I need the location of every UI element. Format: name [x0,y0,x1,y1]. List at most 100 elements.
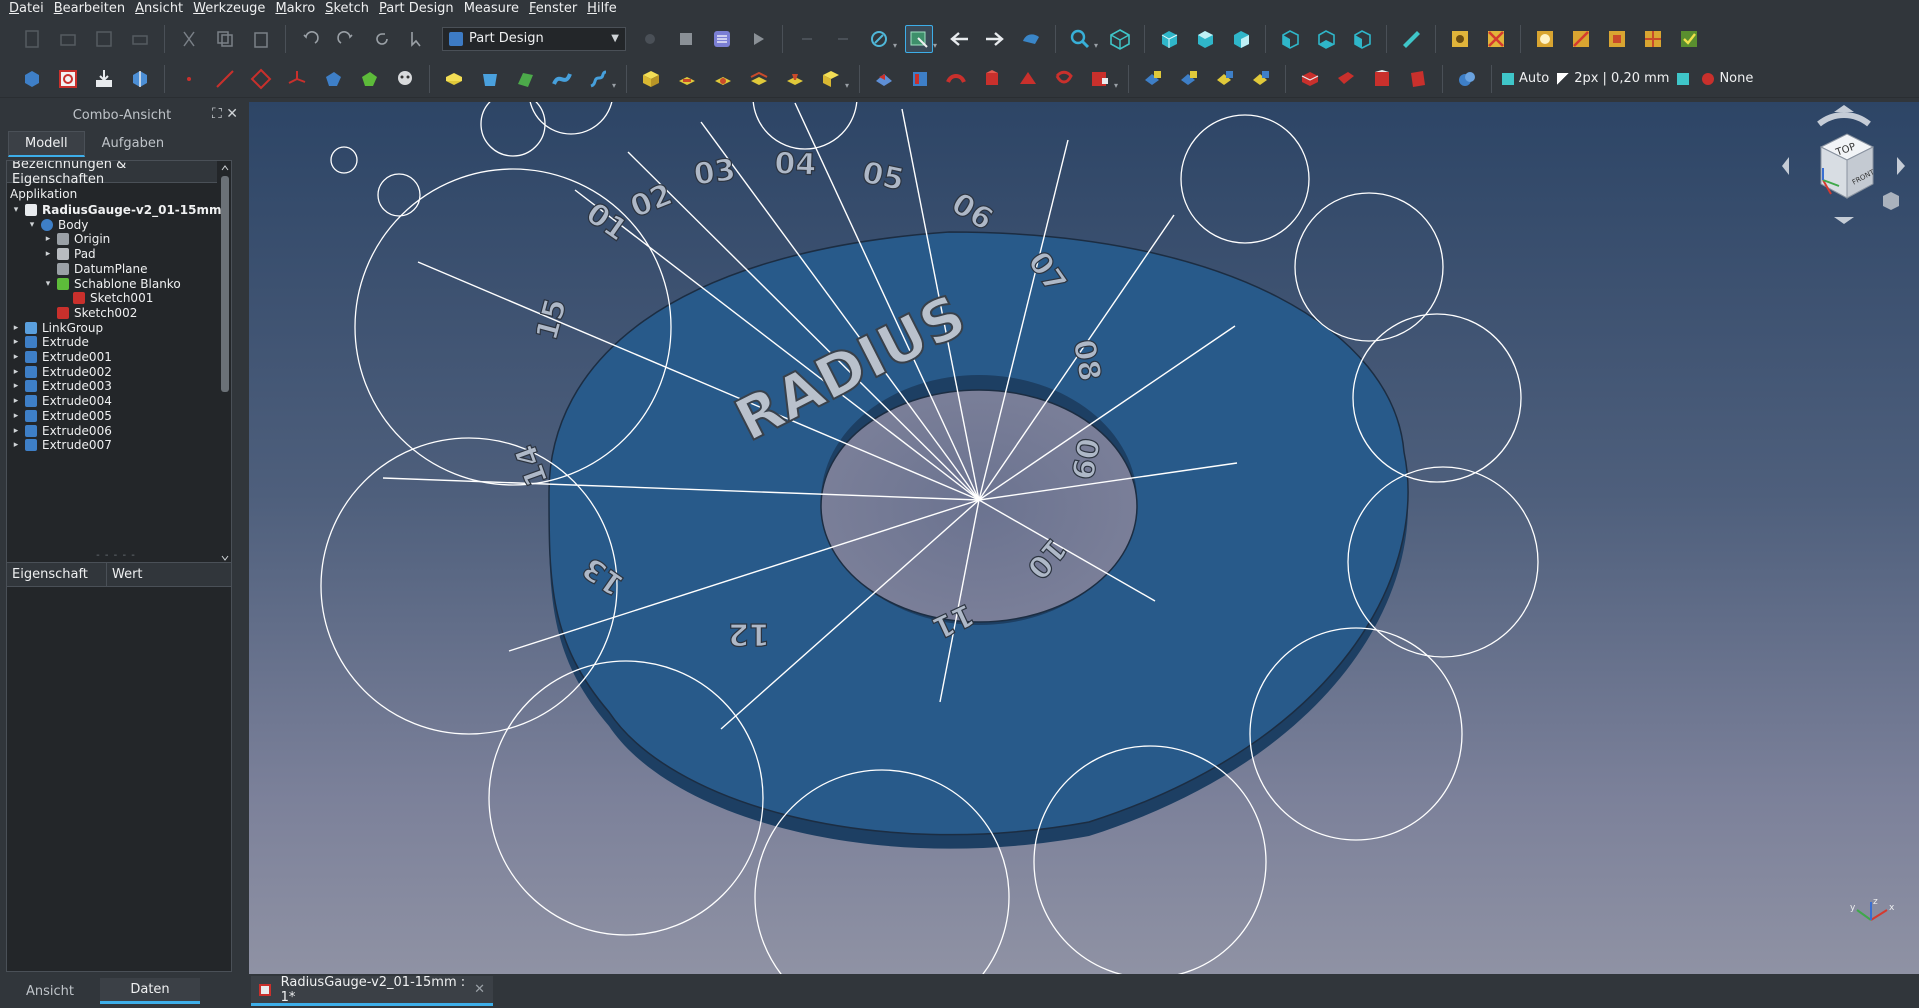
chevron-down-icon[interactable]: ▾ [43,279,53,289]
menu-measure[interactable]: Measure [459,1,524,17]
tab-modell[interactable]: Modell [8,131,85,157]
chevron-right-icon[interactable]: ▸ [11,396,21,406]
forward-nav-icon[interactable] [829,25,857,53]
redo-icon[interactable] [332,25,360,53]
revolution-icon[interactable] [476,65,504,93]
dropdown-arrow-icon[interactable]: ▾ [893,41,901,50]
validate-sketch-icon[interactable] [90,65,118,93]
dropdown-arrow-icon[interactable]: ▾ [1114,81,1122,90]
undo-icon[interactable] [296,25,324,53]
subtractive-loft-icon[interactable] [781,65,809,93]
macro-run-icon[interactable] [744,25,772,53]
chevron-right-icon[interactable]: ▸ [43,249,53,259]
chevron-down-icon[interactable]: ▾ [11,205,21,215]
copy-icon[interactable] [211,25,239,53]
tab-aufgaben[interactable]: Aufgaben [85,131,181,157]
xor-icon[interactable] [1404,65,1432,93]
menu-werkzeuge[interactable]: Werkzeuge [188,1,270,17]
tab-ansicht[interactable]: Ansicht [0,978,100,1004]
multitransform-icon[interactable] [978,65,1006,93]
subshape-binder-icon[interactable] [355,65,383,93]
hole-icon[interactable] [709,65,737,93]
close-tab-icon[interactable]: ✕ [474,982,485,997]
appearance-icon[interactable] [1531,25,1559,53]
arrow-right-icon[interactable] [981,25,1009,53]
property-column-header[interactable]: Eigenschaft [7,563,107,586]
top-view-icon[interactable] [1191,25,1219,53]
nav-arrow-right-icon[interactable] [1897,157,1905,175]
macro-stop-icon[interactable] [672,25,700,53]
arrow-left-icon[interactable] [945,25,973,53]
isometric-view-icon[interactable] [1106,25,1134,53]
subtractive-pipe-icon[interactable] [817,65,845,93]
panel-splitter[interactable]: - - - - - [96,550,136,561]
pad-icon[interactable] [440,65,468,93]
chevron-right-icon[interactable]: ▸ [11,337,21,347]
menu-part-design[interactable]: Part Design [374,1,459,17]
whats-this-icon[interactable] [404,25,432,53]
tree-vertical-scrollbar[interactable] [220,164,230,564]
chamfer-icon[interactable] [1050,65,1078,93]
create-sketch-icon[interactable] [54,65,82,93]
chevron-right-icon[interactable]: ▸ [11,323,21,333]
dropdown-arrow-icon[interactable]: ▾ [1094,41,1102,50]
datum-point-icon[interactable] [175,65,203,93]
bounding-box-icon[interactable] [1603,25,1631,53]
workbench-selector[interactable]: Part Design ▼ [442,26,626,51]
local-coordinate-system-icon[interactable] [283,65,311,93]
sel-link-icon[interactable] [905,24,933,53]
sprocket-icon[interactable] [1247,65,1275,93]
linear-pattern-icon[interactable] [906,65,934,93]
dropdown-arrow-icon[interactable]: ▾ [845,81,853,90]
macro-record-icon[interactable] [636,25,664,53]
datum-plane-icon[interactable] [247,65,275,93]
datum-line-icon[interactable] [211,65,239,93]
save-document-icon[interactable] [90,25,118,53]
dropdown-arrow-icon[interactable]: ▾ [612,81,620,90]
mirrored-icon[interactable] [870,65,898,93]
chevron-right-icon[interactable]: ▸ [11,411,21,421]
new-document-icon[interactable] [18,25,46,53]
right-view-icon[interactable] [1227,25,1255,53]
section-icon[interactable] [1368,65,1396,93]
menu-hilfe[interactable]: Hilfe [582,1,622,17]
measure-distance-icon[interactable] [1397,25,1425,53]
pocket-icon[interactable] [673,65,701,93]
cube-menu-icon[interactable] [1883,192,1899,210]
draft-angle-icon[interactable] [1139,65,1167,93]
draft-icon[interactable] [1086,65,1114,93]
clipping-plane-icon[interactable] [1446,25,1474,53]
additive-helix-icon[interactable] [584,65,612,93]
chevron-down-icon[interactable]: ▾ [27,220,37,230]
texture-icon[interactable] [1639,25,1667,53]
menu-bearbeiten[interactable]: Bearbeiten [49,1,130,17]
dropdown-arrow-icon[interactable]: ▾ [933,41,941,50]
split-icon[interactable] [1296,65,1324,93]
undock-close-icons[interactable]: ⛶ ✕ [212,106,238,122]
std-link-icon[interactable] [865,25,893,53]
clone-icon[interactable] [391,65,419,93]
thickness-icon[interactable] [1175,65,1203,93]
chevron-right-icon[interactable]: ▸ [11,367,21,377]
menu-datei[interactable]: Datei [4,1,49,17]
selection-view-icon[interactable] [1675,25,1703,53]
additive-pipe-icon[interactable] [548,65,576,93]
front-view-icon[interactable] [1155,25,1183,53]
clear-selection-icon[interactable] [1482,25,1510,53]
document-tab[interactable]: RadiusGauge-v2_01-15mm : 1* ✕ [251,975,493,1006]
nav-arrow-down-icon[interactable] [1834,217,1854,224]
chevron-right-icon[interactable]: ▸ [11,426,21,436]
rotate-arc-icon[interactable] [1817,112,1871,127]
back-nav-icon[interactable] [793,25,821,53]
create-body-icon[interactable] [18,65,46,93]
open-document-icon[interactable] [54,25,82,53]
fill-selector[interactable]: None [1702,71,1753,86]
chevron-right-icon[interactable]: ▸ [43,234,53,244]
line-width-selector[interactable]: 2px | 0,20 mm [1557,71,1669,86]
rear-view-icon[interactable] [1276,25,1304,53]
3d-viewport[interactable]: 01 02 03 04 05 06 07 08 09 10 11 12 13 14 15 RADIUS TO… [249,102,1919,974]
fit-all-icon[interactable] [1066,25,1094,53]
navigation-cube[interactable]: TOP FRONT [1779,102,1909,232]
toggle-visibility-icon[interactable] [1567,25,1595,53]
nav-arrow-up-icon[interactable] [1834,105,1854,112]
